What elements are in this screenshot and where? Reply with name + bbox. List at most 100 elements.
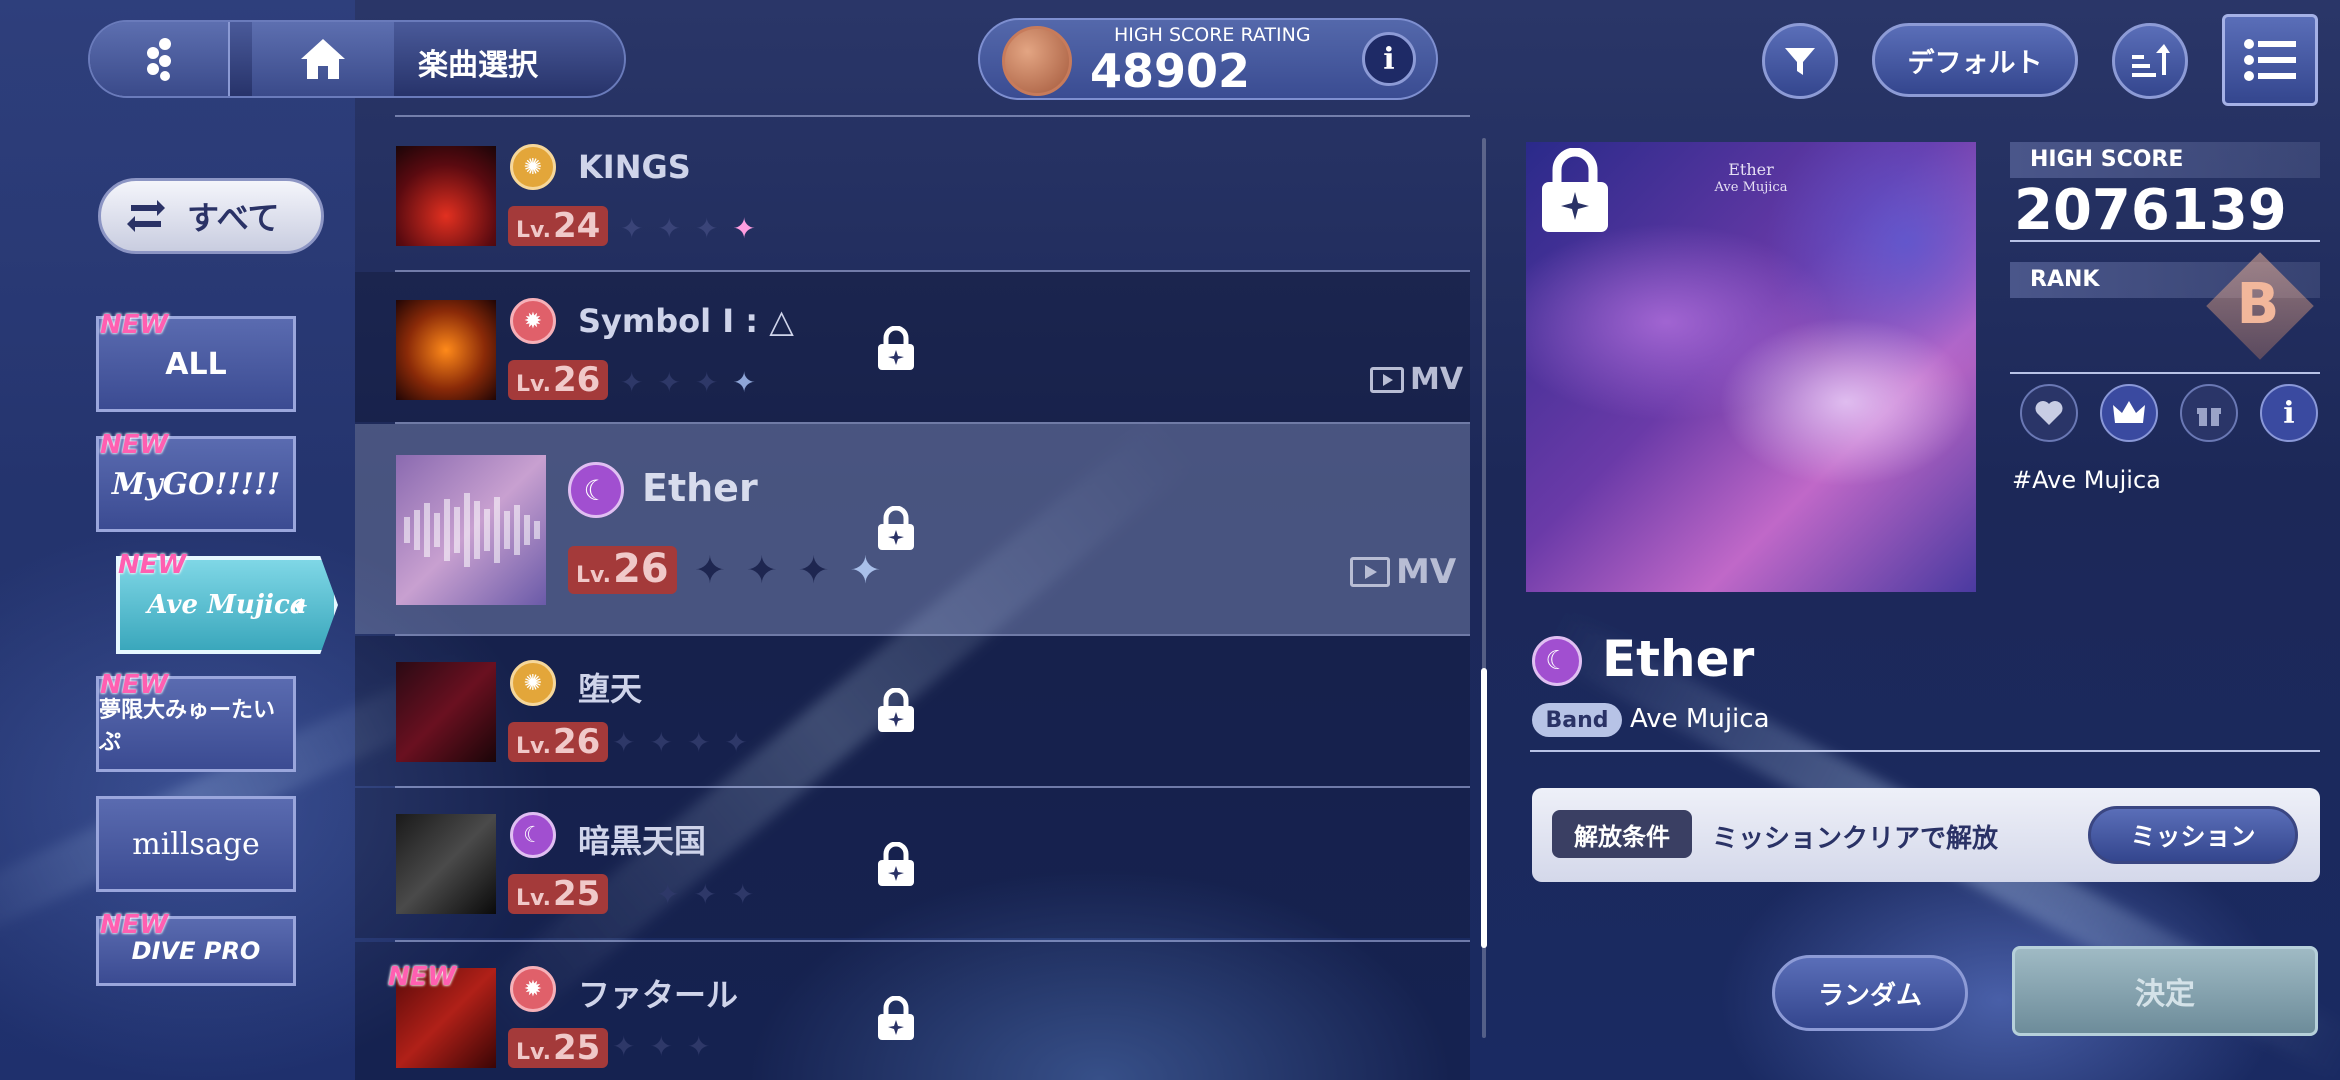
filter-button[interactable] bbox=[1762, 23, 1838, 99]
level-badge: Lv. 25 bbox=[508, 1028, 609, 1068]
gift-button[interactable] bbox=[2180, 384, 2238, 442]
attribute-icon: ✺ bbox=[510, 660, 556, 706]
star-icon: ✦ bbox=[657, 366, 681, 399]
sort-ascending-icon bbox=[2132, 44, 2170, 77]
divider bbox=[2010, 372, 2320, 374]
rating-label: HIGH SCORE RATING bbox=[1114, 24, 1311, 46]
difficulty-stars: ✦ ✦ ✦ bbox=[656, 878, 754, 911]
video-icon bbox=[1350, 557, 1390, 587]
song-title: Symbol I : △ bbox=[578, 302, 794, 340]
rating-value: 48902 bbox=[1090, 44, 1251, 98]
star-icon: ✦ bbox=[724, 726, 748, 759]
new-badge: NEW bbox=[388, 962, 457, 992]
band-tab-label: ALL bbox=[165, 346, 227, 382]
attribute-icon: ✺ bbox=[510, 144, 556, 190]
lock-icon bbox=[878, 688, 914, 732]
star-icon: ✦ bbox=[745, 548, 778, 592]
info-icon: i bbox=[1383, 41, 1395, 77]
sort-order-label: デフォルト bbox=[1907, 47, 2043, 79]
star-icon: ✦ bbox=[620, 212, 644, 245]
mission-button[interactable]: ミッション bbox=[2088, 806, 2298, 864]
star-icon: ✦ bbox=[649, 726, 673, 759]
attribute-icon: ☾ bbox=[568, 462, 624, 518]
star-icon: ✦ bbox=[686, 726, 711, 759]
star-icon: ✦ bbox=[849, 548, 882, 592]
lock-icon bbox=[1542, 148, 1608, 232]
difficulty-stars: ✦ ✦ ✦ ✦ bbox=[612, 726, 748, 759]
star-icon: ✦ bbox=[797, 548, 830, 592]
star-icon: ✦ bbox=[620, 366, 644, 399]
attribute-icon: ☾ bbox=[1532, 636, 1582, 686]
decide-button-label: 決定 bbox=[2135, 977, 2195, 1012]
song-title: ファタール bbox=[578, 976, 739, 1014]
new-badge: NEW bbox=[118, 550, 187, 580]
song-title[interactable]: KINGS bbox=[578, 148, 691, 186]
crown-icon bbox=[2113, 401, 2145, 423]
mv-indicator: MV bbox=[1370, 362, 1463, 397]
song-jacket bbox=[396, 146, 496, 246]
star-icon: ✦ bbox=[732, 212, 756, 245]
list-icon bbox=[2244, 39, 2296, 81]
random-button-label: ランダム bbox=[1817, 980, 1922, 1011]
band-chip: Band bbox=[1532, 703, 1622, 737]
swap-icon bbox=[127, 200, 165, 232]
random-button[interactable]: ランダム bbox=[1772, 955, 1968, 1031]
scrollbar-thumb[interactable] bbox=[1481, 668, 1487, 948]
new-badge: NEW bbox=[100, 310, 169, 340]
rank-value: B bbox=[2236, 271, 2280, 337]
attribute-icon: ✹ bbox=[510, 298, 556, 344]
heart-icon bbox=[2035, 401, 2063, 425]
decide-button[interactable]: 決定 bbox=[2012, 946, 2318, 1036]
new-badge: NEW bbox=[100, 430, 169, 460]
difficulty-stars: ✦ ✦ ✦ bbox=[612, 1030, 710, 1063]
audio-wave-icon bbox=[404, 493, 540, 567]
sort-order-button[interactable]: デフォルト bbox=[1872, 23, 2078, 97]
favorite-button[interactable] bbox=[2020, 384, 2078, 442]
song-jacket bbox=[396, 814, 496, 914]
list-view-button[interactable] bbox=[2222, 14, 2318, 106]
band-name: Ave Mujica bbox=[1630, 704, 1770, 734]
filter-icon bbox=[1785, 48, 1815, 75]
high-score-label: HIGH SCORE bbox=[2010, 142, 2320, 178]
star-icon: ✦ bbox=[657, 212, 681, 245]
star-icon: ✦ bbox=[612, 726, 636, 759]
ranking-button[interactable] bbox=[2100, 384, 2158, 442]
lock-icon bbox=[878, 326, 914, 370]
detail-song-title: Ether bbox=[1602, 630, 1755, 688]
song-title: 堕天 bbox=[578, 670, 643, 708]
star-icon: ✦ bbox=[730, 878, 755, 911]
star-icon: ✦ bbox=[656, 878, 680, 911]
star-icon: ✦ bbox=[732, 366, 756, 399]
unlock-condition-label: 解放条件 bbox=[1552, 810, 1692, 858]
menu-button[interactable] bbox=[90, 22, 230, 96]
song-jacket bbox=[396, 662, 496, 762]
lock-icon bbox=[878, 842, 914, 886]
sort-direction-button[interactable] bbox=[2112, 23, 2188, 99]
home-icon bbox=[301, 39, 345, 79]
mv-indicator: MV bbox=[1350, 552, 1456, 592]
song-tag: #Ave Mujica bbox=[2012, 466, 2161, 494]
song-info-button[interactable]: i bbox=[2260, 384, 2318, 442]
star-icon: ✦ bbox=[649, 1030, 673, 1063]
band-logo-mygo: MyGO!!!!! bbox=[111, 466, 281, 502]
song-title: Ether bbox=[642, 466, 758, 510]
filter-toggle-button[interactable]: すべて bbox=[98, 178, 324, 254]
star-icon: ✦ bbox=[694, 212, 719, 245]
rating-info-button[interactable]: i bbox=[1362, 32, 1416, 86]
star-icon: ✦ bbox=[694, 366, 719, 399]
difficulty-stars: ✦ ✦ ✦ ✦ bbox=[620, 212, 756, 245]
filter-toggle-label: すべて bbox=[187, 199, 280, 237]
info-icon: i bbox=[2283, 395, 2295, 431]
level-badge: Lv. 25 bbox=[508, 874, 609, 914]
star-icon: ✦ bbox=[693, 878, 717, 911]
home-button[interactable] bbox=[252, 22, 394, 96]
gift-icon bbox=[2197, 408, 2221, 426]
star-icon: ✦ bbox=[694, 548, 726, 592]
level-badge: Lv. 24 bbox=[508, 206, 609, 246]
band-logo-dive: DIVE PRO bbox=[131, 937, 261, 965]
high-score-value: 2076139 bbox=[2014, 178, 2287, 243]
rating-medal-icon bbox=[1002, 26, 1072, 96]
new-badge: NEW bbox=[100, 910, 169, 940]
band-tab-millsage[interactable]: millsage bbox=[96, 796, 296, 892]
attribute-icon: ✹ bbox=[510, 966, 556, 1012]
